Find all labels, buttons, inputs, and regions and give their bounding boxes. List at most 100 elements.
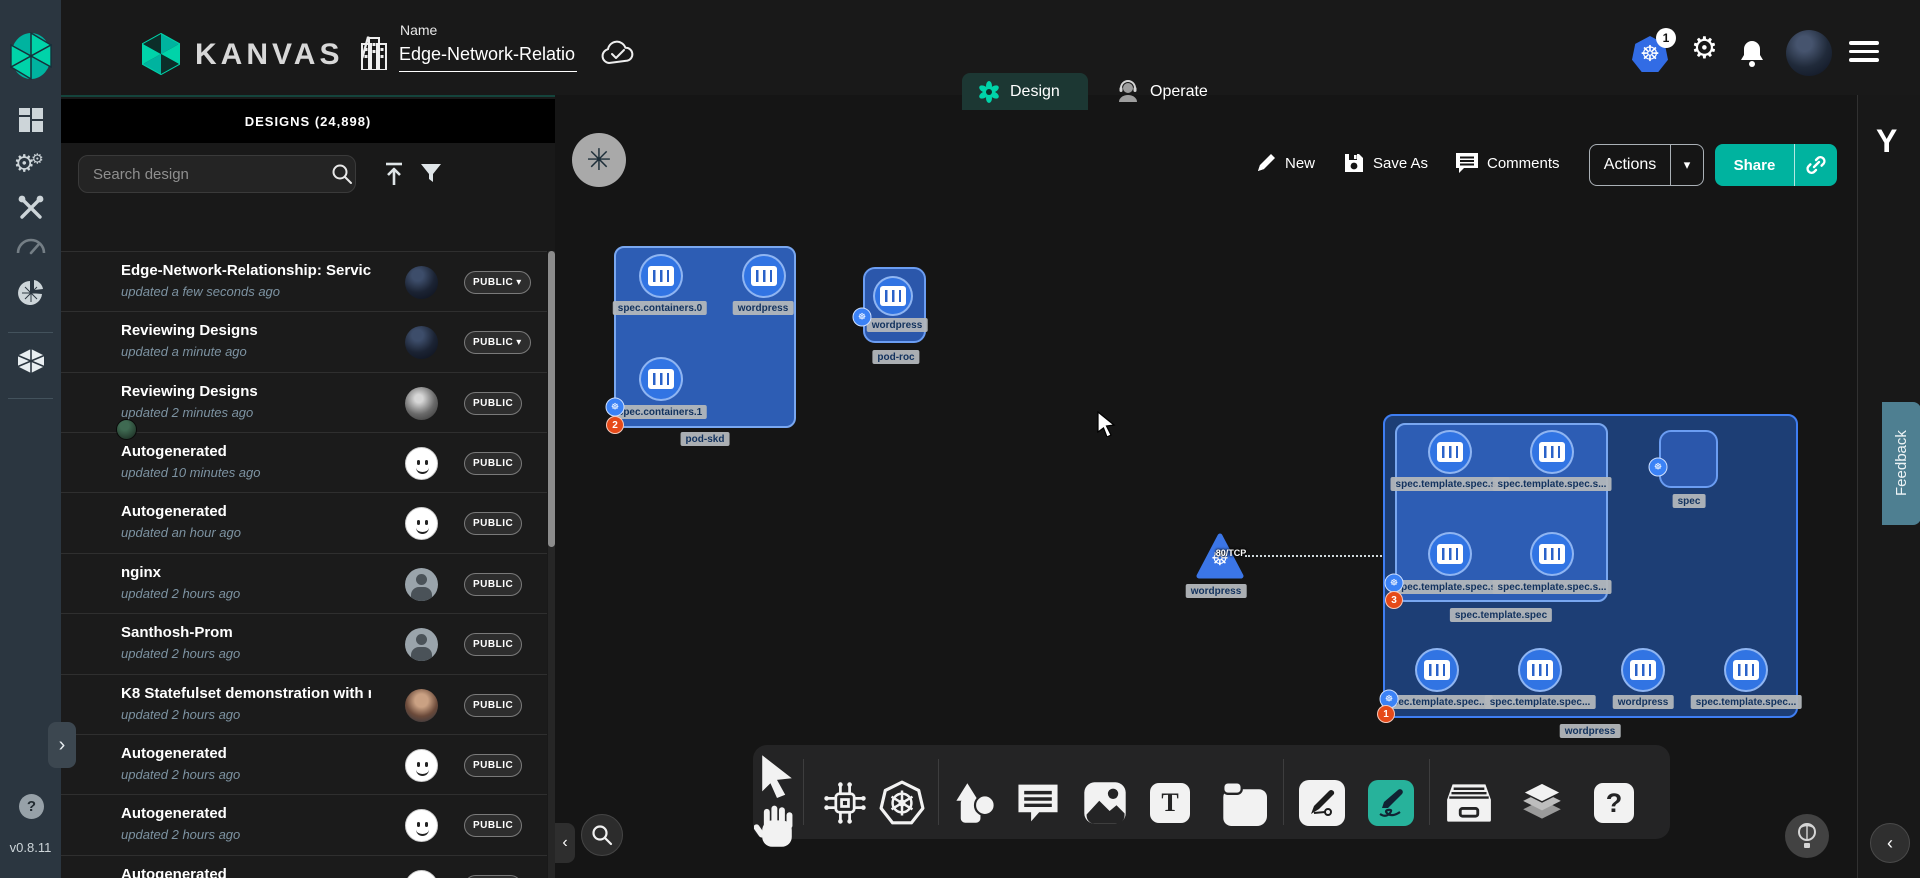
kubernetes-badge[interactable]: ☸ — [1385, 574, 1404, 593]
container-node-wordpress[interactable] — [1621, 648, 1665, 692]
actions-caret-icon[interactable]: ▾ — [1671, 157, 1703, 173]
container-icon — [751, 266, 777, 286]
kubernetes-badge[interactable]: ☸ — [853, 308, 872, 327]
comments-button[interactable]: Comments — [1455, 143, 1560, 183]
user-avatar[interactable] — [1786, 30, 1832, 76]
help-button[interactable]: ? — [19, 794, 44, 819]
issue-count-badge[interactable]: 1 — [1377, 705, 1395, 723]
container-node-template[interactable] — [1428, 532, 1472, 576]
node-spec[interactable] — [1659, 430, 1718, 488]
design-list-item[interactable]: Autogenerated updated an hour ago PUBLIC — [61, 492, 547, 553]
design-list-item[interactable]: nginx updated 2 hours ago PUBLIC — [61, 553, 547, 614]
sidebar-item-extensions[interactable] — [17, 279, 45, 307]
drawer-archive-tool-icon[interactable] — [1446, 780, 1492, 826]
visibility-badge[interactable]: PUBLIC — [464, 694, 522, 717]
tab-design[interactable]: Design — [962, 73, 1088, 110]
kubernetes-tool-icon[interactable] — [879, 780, 925, 826]
help-tool-icon[interactable]: ? — [1591, 780, 1637, 826]
design-name-input[interactable] — [399, 44, 577, 72]
comment-tool-icon[interactable] — [1015, 780, 1061, 826]
group-node-spec-template-spec[interactable] — [1395, 423, 1608, 602]
rail-collapse-button[interactable]: ‹ — [1870, 823, 1910, 863]
note-tool-icon[interactable] — [1221, 780, 1267, 826]
designs-panel: DESIGNS (24,898) Edge-Network-Relationsh… — [61, 95, 555, 878]
panel-scrollbar-thumb[interactable] — [548, 251, 555, 547]
container-node-spec-containers-0[interactable] — [639, 254, 683, 298]
container-node-wordpress[interactable] — [873, 276, 913, 316]
design-list-item[interactable]: Autogenerated updated 10 minutes ago PUB… — [61, 432, 547, 493]
visibility-badge[interactable]: PUBLIC — [464, 573, 522, 596]
design-list-item[interactable]: Autogenerated updated 2 hours ago PUBLIC — [61, 794, 547, 855]
share-button[interactable]: Share — [1715, 144, 1837, 186]
connector-pen-tool[interactable] — [1299, 780, 1345, 826]
issue-count-badge[interactable]: 2 — [606, 416, 624, 434]
feedback-tab[interactable]: Feedback — [1882, 402, 1920, 525]
visibility-badge[interactable]: PUBLIC — [464, 633, 522, 656]
visibility-badge[interactable]: PUBLIC — [464, 452, 522, 475]
visibility-badge[interactable]: PUBLIC — [464, 512, 522, 535]
zoom-button[interactable] — [581, 814, 623, 856]
container-node-template[interactable] — [1518, 648, 1562, 692]
group-label: wordpress — [1560, 724, 1621, 738]
text-tool-icon[interactable]: T — [1147, 780, 1193, 826]
sidebar-item-configuration[interactable] — [17, 194, 45, 222]
notifications-bell-icon[interactable] — [1738, 38, 1766, 68]
visibility-badge[interactable]: PUBLIC▾ — [464, 271, 531, 294]
image-tool-icon[interactable] — [1082, 780, 1128, 826]
design-canvas[interactable]: ✳ New Save As Comments Actions ▾ Share s… — [555, 95, 1857, 878]
design-spiral-icon — [978, 81, 1000, 103]
container-node-template[interactable] — [1530, 532, 1574, 576]
group-label: spec.template.spec — [1450, 608, 1552, 622]
import-design-icon[interactable] — [383, 161, 405, 187]
actions-button[interactable]: Actions ▾ — [1589, 144, 1704, 186]
kubernetes-badge[interactable]: ☸ — [1649, 458, 1668, 477]
sidebar-item-performance[interactable] — [16, 237, 46, 255]
design-list-item[interactable]: Autogenerated PUBLIC — [61, 855, 547, 878]
container-node-template[interactable] — [1724, 648, 1768, 692]
container-node-template[interactable] — [1530, 430, 1574, 474]
quick-tour-button[interactable] — [1785, 814, 1829, 858]
design-list-item[interactable]: K8 Statefulset demonstration with mo upd… — [61, 674, 547, 735]
tab-operate[interactable]: Operate — [1100, 73, 1226, 110]
shapes-tool-icon[interactable] — [952, 780, 998, 826]
sidebar-item-kanvas[interactable] — [16, 348, 46, 374]
layers-tool-icon[interactable] — [1519, 780, 1565, 826]
search-input[interactable] — [78, 155, 356, 193]
filter-icon[interactable] — [419, 161, 443, 185]
canvas-menu-button[interactable]: ✳ — [572, 133, 626, 187]
sidebar-item-dashboard[interactable] — [18, 107, 44, 133]
visibility-badge[interactable]: PUBLIC — [464, 814, 522, 837]
settings-gear-icon[interactable]: ⚙ — [1691, 34, 1718, 64]
container-icon — [1539, 442, 1565, 462]
container-icon — [1424, 660, 1450, 680]
right-rail-tool-icon[interactable]: Y — [1876, 123, 1897, 160]
design-list-item[interactable]: Autogenerated updated 2 hours ago PUBLIC — [61, 734, 547, 795]
sidebar-item-lifecycle[interactable]: ⚙⚙ — [13, 150, 47, 179]
container-node-spec-containers-1[interactable] — [639, 357, 683, 401]
components-tool-icon[interactable] — [822, 780, 868, 826]
issue-count-badge[interactable]: 3 — [1385, 591, 1403, 609]
copy-link-icon[interactable] — [1805, 154, 1827, 176]
visibility-badge[interactable]: PUBLIC — [464, 754, 522, 777]
sidebar-expand-button[interactable]: › — [48, 722, 76, 768]
container-node-template[interactable] — [1415, 648, 1459, 692]
container-node-wordpress[interactable] — [742, 254, 786, 298]
freehand-draw-tool[interactable] — [1368, 780, 1414, 826]
design-name: Autogenerated — [121, 443, 227, 460]
tab-design-label: Design — [1010, 83, 1060, 101]
meshery-logo[interactable] — [9, 32, 53, 80]
kubernetes-badge[interactable]: ☸ — [606, 398, 625, 417]
menu-hamburger-icon[interactable] — [1849, 41, 1879, 67]
visibility-badge[interactable]: PUBLIC — [464, 392, 522, 415]
select-tool-icon[interactable] — [754, 752, 800, 798]
save-as-button[interactable]: Save As — [1343, 143, 1428, 183]
pencil-icon — [1255, 152, 1277, 174]
new-button[interactable]: New — [1255, 143, 1315, 183]
panel-collapse-button[interactable]: ‹ — [555, 823, 575, 863]
container-node-template[interactable] — [1428, 430, 1472, 474]
design-list-item[interactable]: Edge-Network-Relationship: Service updat… — [61, 251, 547, 312]
design-list-item[interactable]: Reviewing Designs updated a minute ago P… — [61, 311, 547, 372]
pan-hand-tool-icon[interactable] — [754, 804, 800, 850]
visibility-badge[interactable]: PUBLIC▾ — [464, 331, 531, 354]
design-list-item[interactable]: Santhosh-Prom updated 2 hours ago PUBLIC — [61, 613, 547, 674]
